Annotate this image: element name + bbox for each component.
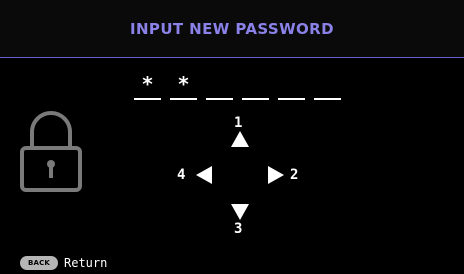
footer-hint: BACK Return: [20, 255, 107, 271]
page-title: INPUT NEW PASSWORD: [130, 20, 334, 38]
arrow-right-icon[interactable]: [268, 166, 284, 184]
arrow-left-icon[interactable]: [196, 166, 212, 184]
header-bar: INPUT NEW PASSWORD: [0, 0, 464, 58]
back-button[interactable]: BACK: [20, 256, 58, 270]
key-1-label: 1: [234, 115, 243, 131]
key-2-label: 2: [290, 167, 299, 183]
arrow-up-icon[interactable]: [231, 131, 249, 147]
arrow-down-icon[interactable]: [231, 204, 249, 220]
password-slot-2: *: [170, 72, 197, 100]
password-slot-6: [314, 72, 341, 100]
key-4-label: 4: [177, 167, 186, 183]
padlock-icon: [20, 108, 82, 196]
password-slot-4: [242, 72, 269, 100]
password-slot-5: [278, 72, 305, 100]
key-3-label: 3: [234, 221, 243, 237]
password-slot-1: *: [134, 72, 161, 100]
return-label: Return: [64, 256, 108, 270]
password-slot-3: [206, 72, 233, 100]
